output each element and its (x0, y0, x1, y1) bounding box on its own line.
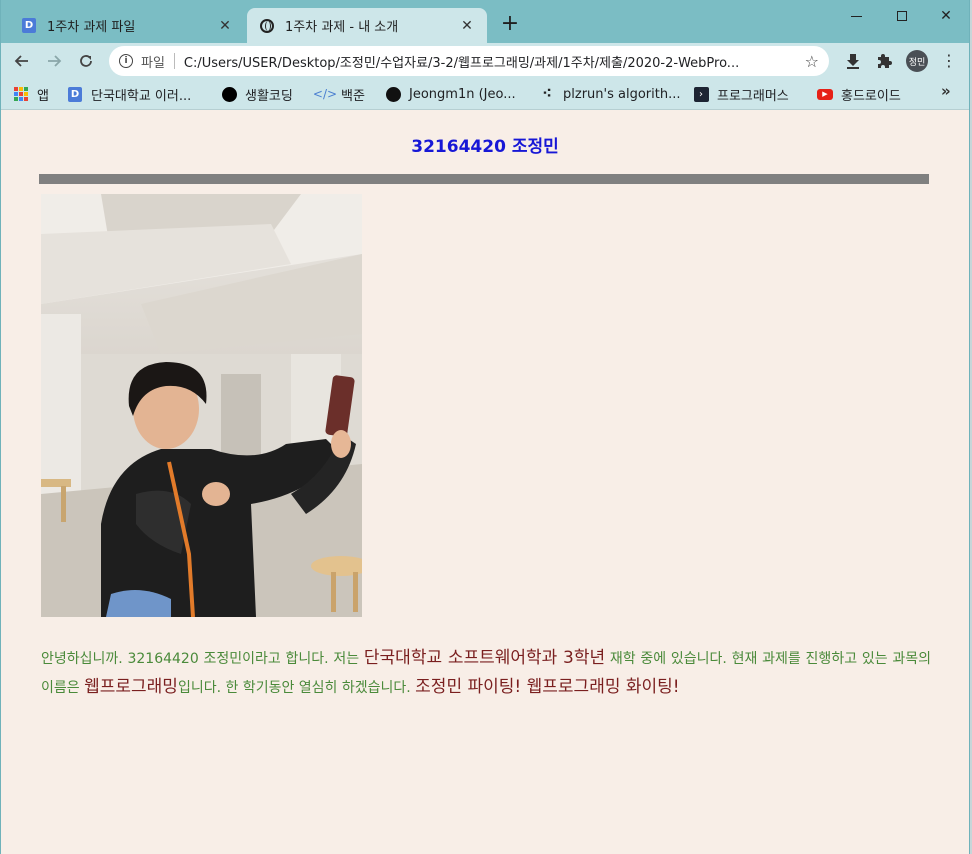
bookmark-label: 단국대학교 이러... (91, 88, 192, 104)
url-text[interactable]: C:/Users/USER/Desktop/조정민/수업자료/3-2/웹프로그래… (184, 52, 794, 71)
page-viewport: 32164420 조정민 안녕하십니까. 32164420 조정민이라고 합니다… (1, 110, 969, 854)
bookmarks-bar: 앱 D 단국대학교 이러... 생활코딩 </> 백준 Jeongm1n (Je… (1, 78, 969, 110)
programmers-icon: › (693, 86, 709, 102)
new-tab-button[interactable]: + (499, 13, 521, 36)
info-icon[interactable]: i (119, 54, 133, 68)
scheme-label: 파일 (141, 55, 165, 71)
bookmark-label: 앱 (37, 88, 49, 104)
globe-icon (259, 18, 275, 34)
bookmark-label: 백준 (341, 88, 365, 104)
docs-icon: D (67, 86, 83, 102)
bookmark-label: 생활코딩 (245, 88, 293, 104)
bookmark-label: Jeongm1n (Jeo... (409, 86, 516, 102)
plzrun-icon: ⁖ (542, 86, 552, 102)
extensions-icon[interactable] (875, 51, 895, 71)
bookmark-label: plzrun's algorith... (563, 86, 681, 102)
reload-button[interactable] (73, 48, 99, 74)
code-icon: </> (312, 87, 338, 101)
maximize-button[interactable] (879, 2, 925, 30)
bookmark-star-icon[interactable]: ☆ (805, 52, 819, 71)
address-bar[interactable]: i 파일 C:/Users/USER/Desktop/조정민/수업자료/3-2/… (109, 46, 829, 76)
apps-grid-icon (13, 86, 29, 102)
black-dot-icon (221, 86, 237, 102)
close-icon[interactable]: ✕ (217, 18, 233, 34)
profile-avatar[interactable]: 정민 (906, 50, 928, 72)
window-close-button[interactable]: ✕ (923, 2, 969, 30)
page-title: 32164420 조정민 (411, 137, 559, 157)
tab-self-introduction[interactable]: 1주차 과제 - 내 소개 ✕ (247, 8, 487, 43)
intro-paragraph: 안녕하십니까. 32164420 조정민이라고 합니다. 저는 단국대학교 소프… (41, 644, 931, 702)
bookmark-github[interactable]: Jeongm1n (Jeo... (385, 84, 516, 104)
cheer-text: 조정민 파이팅! 웹프로그래밍 화이팅! (415, 677, 680, 697)
school-major-text: 단국대학교 소프트웨어학과 (363, 648, 564, 668)
intro-text: 안녕하십니까. 32164420 조정민이라고 합니다. 저는 (41, 651, 364, 667)
tab-strip: D 1주차 과제 파일 ✕ 1주차 과제 - 내 소개 ✕ + ✕ (1, 0, 969, 43)
horizontal-rule (39, 174, 929, 184)
youtube-icon: ▶ (817, 86, 833, 102)
forward-button[interactable] (41, 48, 67, 74)
download-icon[interactable] (843, 51, 863, 71)
browser-window: D 1주차 과제 파일 ✕ 1주차 과제 - 내 소개 ✕ + ✕ i 파일 C… (0, 0, 970, 854)
github-icon (385, 86, 401, 102)
bookmark-dankook[interactable]: D 단국대학교 이러... (67, 84, 191, 104)
bookmark-opentutorials[interactable]: 생활코딩 (221, 84, 293, 104)
tab-title: 1주차 과제 파일 (47, 20, 136, 35)
back-button[interactable] (9, 48, 35, 74)
grade-number: 3 (563, 648, 574, 668)
bookmark-plzrun[interactable]: ⁖ plzrun's algorith... (539, 84, 680, 104)
bookmark-hongdroid[interactable]: ▶ 홍드로이드 (817, 84, 901, 104)
bookmark-baekjoon[interactable]: </> 백준 (312, 84, 365, 104)
bookmark-apps[interactable]: 앱 (13, 84, 49, 104)
minimize-button[interactable] (833, 2, 879, 30)
menu-icon[interactable]: ⋮ (939, 52, 959, 72)
bookmark-programmers[interactable]: › 프로그래머스 (693, 84, 789, 104)
tab-title: 1주차 과제 - 내 소개 (285, 20, 399, 35)
grade-word: 학년 (573, 648, 606, 668)
bookmarks-overflow-button[interactable]: » (941, 82, 951, 100)
close-icon[interactable]: ✕ (459, 18, 475, 34)
browser-toolbar: i 파일 C:/Users/USER/Desktop/조정민/수업자료/3-2/… (1, 43, 969, 78)
omnibox-divider (173, 53, 175, 69)
tab-assignment-files[interactable]: D 1주차 과제 파일 ✕ (9, 8, 245, 43)
bookmark-label: 홍드로이드 (841, 88, 901, 104)
bookmark-label: 프로그래머스 (717, 88, 789, 104)
docs-icon: D (21, 18, 37, 34)
course-name: 웹프로그래밍 (84, 677, 178, 697)
intro-text: 입니다. 한 학기동안 열심히 하겠습니다. (177, 680, 416, 696)
selfie-photo (41, 194, 362, 617)
